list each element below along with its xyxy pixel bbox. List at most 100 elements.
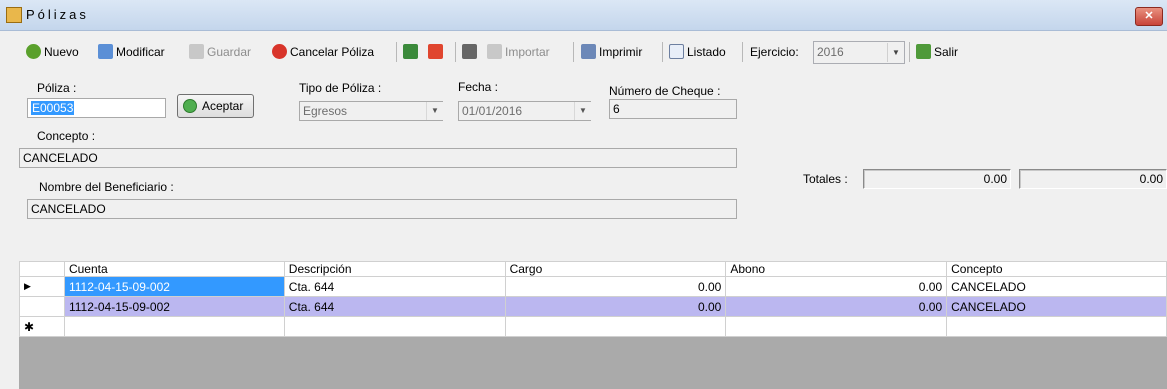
document-icon: [669, 44, 684, 59]
separator: [909, 42, 910, 62]
cell-cuenta[interactable]: 1112-04-15-09-002: [63, 296, 285, 317]
table-row[interactable]: ▶ 1112-04-15-09-002 Cta. 644 0.00 0.00 C…: [19, 276, 1167, 297]
importar-label: Importar: [505, 45, 550, 59]
col-header-concepto[interactable]: Concepto: [946, 261, 1167, 277]
cancelar-poliza-button[interactable]: Cancelar Póliza: [272, 43, 374, 61]
cell-abono[interactable]: [725, 316, 948, 337]
app-icon: [6, 7, 22, 23]
toolbar: Nuevo Modificar Guardar Cancelar Póliza …: [0, 31, 1167, 71]
cell-cargo[interactable]: [504, 316, 727, 337]
save-icon: [189, 44, 204, 59]
cheque-field[interactable]: 6: [609, 99, 737, 119]
col-header-cuenta[interactable]: Cuenta: [63, 261, 285, 277]
current-row-marker-icon[interactable]: ▶: [19, 276, 65, 297]
fecha-picker[interactable]: 01/01/2016 ▼: [458, 101, 591, 121]
search-button[interactable]: [462, 43, 480, 61]
import-icon: [487, 44, 502, 59]
cell-descripcion[interactable]: Cta. 644: [283, 296, 506, 317]
cell-concepto[interactable]: CANCELADO: [946, 296, 1167, 317]
concepto-value: CANCELADO: [23, 151, 98, 165]
export-icon: [403, 44, 418, 59]
col-header-cargo[interactable]: Cargo: [504, 261, 727, 277]
cell-abono[interactable]: 0.00: [725, 276, 948, 297]
separator: [455, 42, 456, 62]
poliza-label: Póliza :: [37, 81, 77, 95]
imprimir-button[interactable]: Imprimir: [581, 43, 642, 61]
row-header-corner: [19, 261, 65, 277]
concepto-field[interactable]: CANCELADO: [19, 148, 737, 168]
listado-button[interactable]: Listado: [669, 43, 726, 61]
salir-label: Salir: [934, 45, 959, 59]
chevron-down-icon: ▼: [574, 102, 591, 120]
data-grid-table: Cuenta Descripción Cargo Abono Concepto …: [19, 261, 1167, 337]
delete-button[interactable]: [428, 43, 446, 61]
total-abono-field: 0.00: [1019, 169, 1167, 189]
imprimir-label: Imprimir: [599, 45, 643, 59]
printer-icon: [581, 44, 596, 59]
cancel-icon: [272, 44, 287, 59]
guardar-label: Guardar: [207, 45, 252, 59]
window-title: Pólizas: [26, 7, 89, 22]
beneficiario-label: Nombre del Beneficiario :: [39, 180, 174, 194]
salir-button[interactable]: Salir: [916, 43, 958, 61]
export-button[interactable]: [403, 43, 421, 61]
fecha-label: Fecha :: [458, 80, 499, 94]
poliza-value: E00053: [31, 101, 75, 115]
binoculars-icon: [462, 44, 477, 59]
beneficiario-value: CANCELADO: [31, 202, 106, 216]
totales-label: Totales :: [803, 172, 848, 186]
ejercicio-value: 2016: [817, 45, 844, 59]
ejercicio-label: Ejercicio:: [750, 45, 799, 59]
nuevo-label: Nuevo: [44, 45, 79, 59]
listado-label: Listado: [687, 45, 726, 59]
tipo-poliza-label: Tipo de Póliza :: [299, 81, 382, 95]
modificar-button[interactable]: Modificar: [98, 43, 165, 61]
chevron-down-icon: ▼: [426, 102, 443, 120]
ejercicio-select[interactable]: 2016 ▼: [813, 41, 905, 64]
col-header-abono[interactable]: Abono: [725, 261, 948, 277]
tipo-poliza-value: Egresos: [303, 104, 348, 118]
check-icon: [183, 99, 197, 113]
separator: [396, 42, 397, 62]
modificar-label: Modificar: [116, 45, 165, 59]
title-bar: Pólizas ✕: [0, 0, 1167, 31]
cell-cuenta[interactable]: [63, 316, 285, 337]
close-button[interactable]: ✕: [1135, 7, 1163, 26]
cell-concepto[interactable]: [946, 316, 1167, 337]
cell-concepto[interactable]: CANCELADO: [946, 276, 1167, 297]
exit-icon: [916, 44, 931, 59]
cell-cargo[interactable]: 0.00: [504, 276, 727, 297]
cell-cuenta[interactable]: 1112-04-15-09-002: [63, 276, 285, 297]
cell-cargo[interactable]: 0.00: [504, 296, 727, 317]
aceptar-label: Aceptar: [202, 99, 244, 113]
concepto-label: Concepto :: [37, 129, 96, 143]
beneficiario-field[interactable]: CANCELADO: [27, 199, 737, 219]
cell-abono[interactable]: 0.00: [725, 296, 948, 317]
col-header-descripcion[interactable]: Descripción: [283, 261, 506, 277]
nuevo-button[interactable]: Nuevo: [26, 43, 79, 61]
importar-button[interactable]: Importar: [487, 43, 550, 61]
cell-descripcion[interactable]: [283, 316, 506, 337]
grid-header-row: Cuenta Descripción Cargo Abono Concepto: [19, 261, 1167, 277]
cell-descripcion[interactable]: Cta. 644: [283, 276, 506, 297]
separator: [573, 42, 574, 62]
add-icon: [26, 44, 41, 59]
new-row-marker-icon[interactable]: ✱: [19, 316, 65, 337]
guardar-button[interactable]: Guardar: [189, 43, 251, 61]
row-header[interactable]: [19, 296, 65, 317]
aceptar-button[interactable]: Aceptar: [177, 94, 254, 118]
separator: [742, 42, 743, 62]
cheque-value: 6: [613, 102, 620, 116]
edit-icon: [98, 44, 113, 59]
cancelar-poliza-label: Cancelar Póliza: [290, 45, 375, 59]
fecha-value: 01/01/2016: [462, 104, 523, 118]
table-row[interactable]: 1112-04-15-09-002 Cta. 644 0.00 0.00 CAN…: [19, 296, 1167, 317]
cheque-label: Número de Cheque :: [609, 84, 721, 98]
separator: [662, 42, 663, 62]
poliza-input[interactable]: E00053: [27, 98, 166, 118]
total-cargo-field: 0.00: [863, 169, 1011, 189]
delete-icon: [428, 44, 443, 59]
chevron-down-icon: ▼: [887, 43, 904, 62]
tipo-poliza-select[interactable]: Egresos ▼: [299, 101, 443, 121]
new-row[interactable]: ✱: [19, 316, 1167, 337]
